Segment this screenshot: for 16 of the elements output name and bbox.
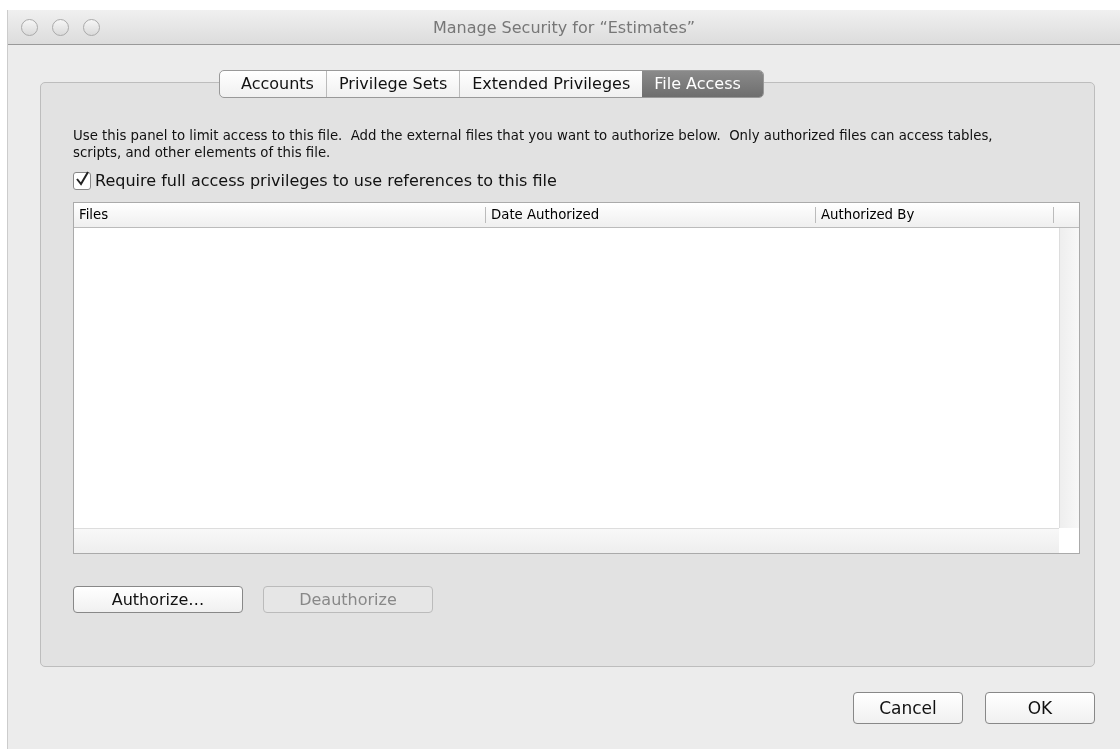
description-text: Use this panel to limit access to this file. Add the external files that you want to authorize below. Only authorized files can access tables, scripts, and other elements of this file. (73, 127, 993, 161)
column-header[interactable]: Authorized By (816, 207, 1054, 223)
column-header[interactable]: Date Authorized (486, 207, 816, 223)
checkbox-label: Require full access privileges to use references to this file (95, 171, 557, 190)
column-header[interactable]: Files (74, 207, 486, 223)
tab[interactable]: Privilege Sets (325, 71, 460, 97)
panel-button[interactable]: Authorize… (73, 586, 243, 613)
dialog-button[interactable]: Cancel (853, 692, 963, 724)
zoom-button[interactable] (83, 18, 100, 36)
window-title: Manage Security for “Estimates” (432, 17, 696, 37)
close-button[interactable] (21, 18, 38, 36)
checkbox[interactable] (73, 171, 91, 190)
dialog-button[interactable]: OK (985, 692, 1095, 724)
tab[interactable]: File Access (642, 71, 763, 97)
minimize-button[interactable] (52, 18, 69, 36)
tab[interactable]: Accounts (220, 71, 326, 97)
